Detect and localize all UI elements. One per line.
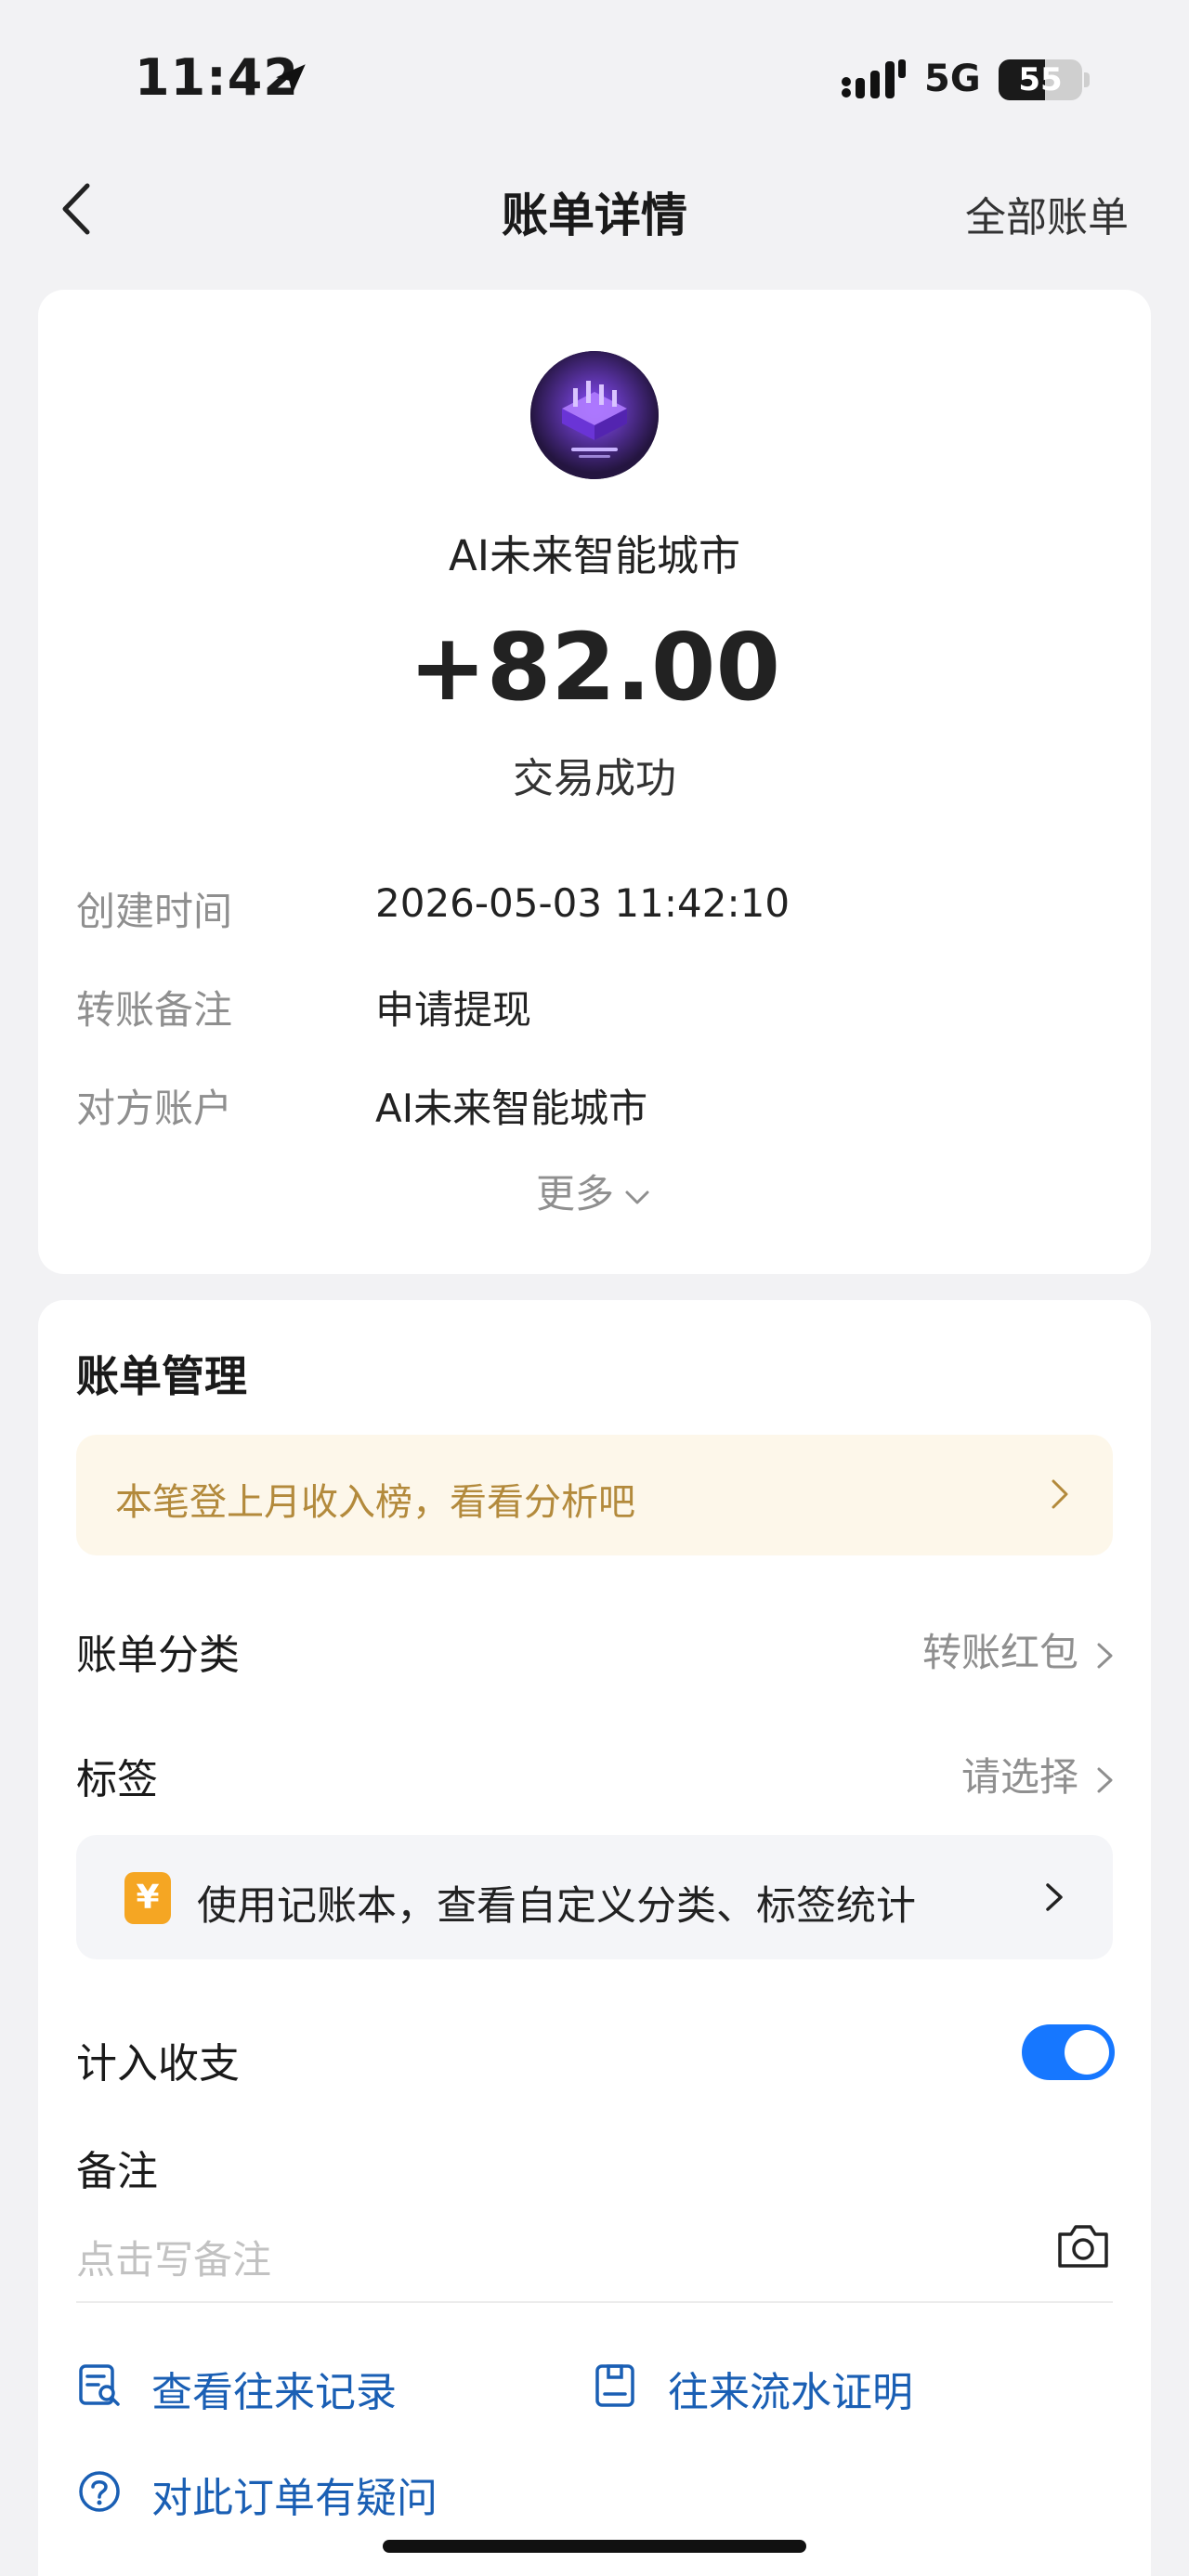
merchant-logo-icon (530, 351, 659, 479)
yuan-ticket-icon: ¥ (124, 1872, 171, 1924)
battery-percent: 55 (1018, 61, 1063, 98)
tags-selector[interactable]: 请选择 (961, 1746, 1117, 1802)
transaction-amount: +82.00 (408, 613, 781, 722)
tags-label: 标签 (76, 1756, 158, 1803)
include-in-stats-label: 计入收支 (76, 2040, 240, 2088)
section-title: 账单管理 (76, 1351, 247, 1401)
all-bills-link[interactable]: 全部账单 (965, 184, 1129, 243)
banner-text: 本笔登上月收入榜，看看分析吧 (115, 1481, 635, 1524)
divider (76, 2301, 1113, 2303)
detail-value-created-time: 2026-05-03 11:42:10 (375, 880, 790, 926)
order-question-link[interactable]: 对此订单有疑问 (151, 2465, 438, 2524)
home-indicator[interactable] (383, 2540, 806, 2553)
statement-proof-link[interactable]: 往来流水证明 (668, 2359, 913, 2418)
toggle-knob (1065, 2030, 1109, 2075)
statement-proof-icon (595, 2364, 634, 2407)
tags-value: 请选择 (960, 1754, 1078, 1800)
bill-management-card: 账单管理 本笔登上月收入榜，看看分析吧 账单分类 转账红包 标签 请选择 ¥ 使… (38, 1300, 1151, 2576)
detail-label-counterparty: 对方账户 (76, 1086, 233, 1131)
detail-label-created-time: 创建时间 (76, 889, 233, 934)
more-button[interactable]: 更多 (38, 1163, 1151, 1219)
battery-nub (1084, 72, 1090, 87)
income-ranking-banner[interactable]: 本笔登上月收入榜，看看分析吧 (76, 1435, 1113, 1555)
nav-bar: 账单详情 全部账单 (0, 158, 1189, 260)
more-label: 更多 (535, 1171, 614, 1216)
camera-icon[interactable] (1054, 2219, 1112, 2273)
note-label: 备注 (76, 2148, 158, 2195)
transaction-status: 交易成功 (513, 755, 676, 802)
chevron-down-icon (625, 1190, 649, 1203)
merchant-avatar (530, 351, 659, 479)
battery-icon: 55 (999, 59, 1082, 100)
signal-icon (842, 59, 906, 98)
record-search-icon (79, 2364, 120, 2406)
chevron-right-icon (1046, 1883, 1063, 1911)
bill-category-label: 账单分类 (76, 1632, 240, 1679)
chevron-right-icon (1097, 1767, 1113, 1792)
merchant-name: AI未来智能城市 (448, 531, 741, 580)
bill-category-value: 转账红包 (921, 1630, 1078, 1675)
ledger-promo-banner[interactable]: ¥ 使用记账本，查看自定义分类、标签统计 (76, 1835, 1113, 1959)
location-arrow-icon (276, 64, 306, 94)
detail-label-transfer-note: 转账备注 (76, 987, 233, 1033)
detail-value-counterparty: AI未来智能城市 (375, 1086, 648, 1131)
bill-category-selector[interactable]: 转账红包 (922, 1621, 1117, 1678)
view-history-link[interactable]: 查看往来记录 (151, 2359, 397, 2418)
promo-text: 使用记账本，查看自定义分类、标签统计 (197, 1883, 916, 1930)
chevron-right-icon (1052, 1479, 1068, 1509)
include-in-stats-toggle[interactable] (1022, 2024, 1115, 2080)
chevron-right-icon (1097, 1643, 1113, 1668)
transaction-card: AI未来智能城市 +82.00 交易成功 创建时间 2026-05-03 11:… (38, 290, 1151, 1274)
question-icon (79, 2471, 120, 2512)
note-input[interactable]: 点击写备注 (76, 2229, 271, 2285)
status-bar: 11:42 5G 55 (0, 0, 1189, 158)
network-type: 5G (924, 58, 981, 100)
detail-value-transfer-note: 申请提现 (375, 987, 532, 1033)
